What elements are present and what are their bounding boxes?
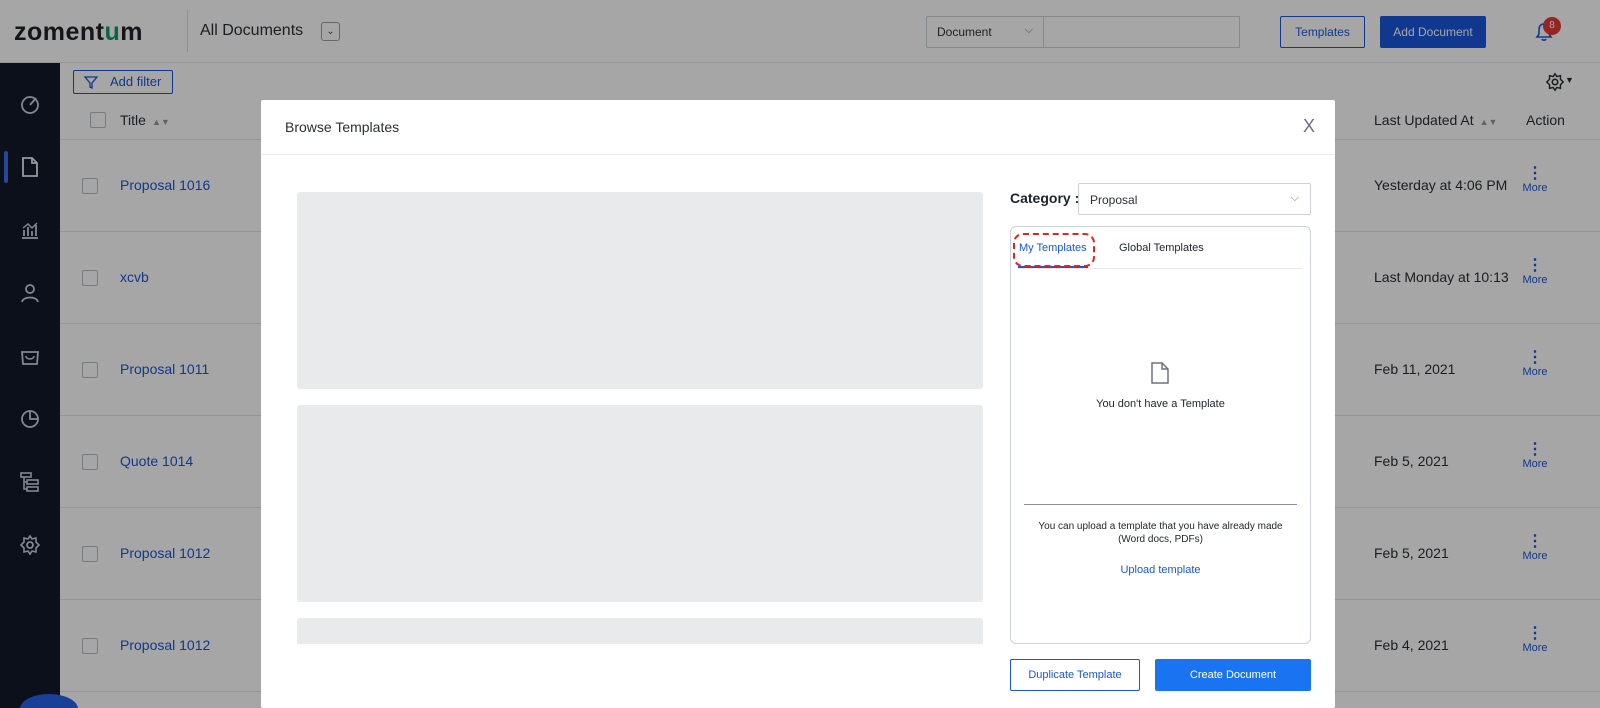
template-preview-placeholder <box>297 192 983 389</box>
upload-divider <box>1024 504 1297 505</box>
browse-templates-modal: Browse Templates X Category : Proposal ⌵… <box>261 100 1335 708</box>
template-preview-placeholder <box>297 405 983 602</box>
modal-header: Browse Templates X <box>261 100 1335 155</box>
upload-hint: You can upload a template that you have … <box>1038 521 1283 545</box>
empty-state-message: You don't have a Template <box>1096 398 1225 410</box>
duplicate-template-button[interactable]: Duplicate Template <box>1010 659 1140 691</box>
create-document-button[interactable]: Create Document <box>1155 659 1311 691</box>
modal-title: Browse Templates <box>285 119 400 135</box>
tabs-divider <box>1018 268 1303 269</box>
category-select[interactable]: Proposal ⌵ <box>1078 183 1311 215</box>
template-preview-placeholder <box>297 618 983 644</box>
upload-template-link[interactable]: Upload template <box>1011 564 1310 576</box>
tab-global-templates[interactable]: Global Templates <box>1119 242 1204 254</box>
templates-panel: My Templates Global Templates You don't … <box>1010 226 1311 644</box>
chevron-down-icon: ⌵ <box>1290 192 1299 204</box>
close-icon[interactable]: X <box>1303 116 1315 137</box>
category-value: Proposal <box>1090 193 1138 207</box>
category-label: Category : <box>1010 190 1080 206</box>
empty-document-icon <box>1151 362 1169 384</box>
highlight-annotation <box>1013 233 1095 267</box>
